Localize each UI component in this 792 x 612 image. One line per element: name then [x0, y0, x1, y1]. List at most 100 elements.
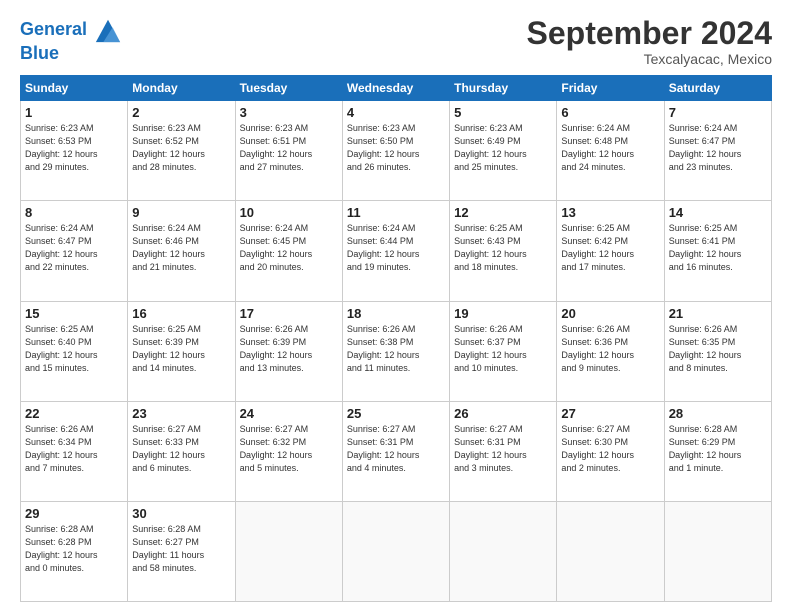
calendar-cell: 15 Sunrise: 6:25 AMSunset: 6:40 PMDaylig…	[21, 301, 128, 401]
calendar-cell: 1 Sunrise: 6:23 AMSunset: 6:53 PMDayligh…	[21, 101, 128, 201]
week-row-3: 15 Sunrise: 6:25 AMSunset: 6:40 PMDaylig…	[21, 301, 772, 401]
week-row-1: 1 Sunrise: 6:23 AMSunset: 6:53 PMDayligh…	[21, 101, 772, 201]
col-header-tuesday: Tuesday	[235, 76, 342, 101]
page: General Blue September 2024 Texcalyacac,…	[0, 0, 792, 612]
logo-icon	[94, 16, 122, 44]
calendar-cell: 29 Sunrise: 6:28 AMSunset: 6:28 PMDaylig…	[21, 501, 128, 601]
day-number: 13	[561, 205, 659, 220]
day-number: 3	[240, 105, 338, 120]
day-number: 10	[240, 205, 338, 220]
week-row-4: 22 Sunrise: 6:26 AMSunset: 6:34 PMDaylig…	[21, 401, 772, 501]
calendar-cell: 7 Sunrise: 6:24 AMSunset: 6:47 PMDayligh…	[664, 101, 771, 201]
day-number: 18	[347, 306, 445, 321]
calendar-cell: 30 Sunrise: 6:28 AMSunset: 6:27 PMDaylig…	[128, 501, 235, 601]
calendar-cell: 26 Sunrise: 6:27 AMSunset: 6:31 PMDaylig…	[450, 401, 557, 501]
week-row-2: 8 Sunrise: 6:24 AMSunset: 6:47 PMDayligh…	[21, 201, 772, 301]
day-number: 15	[25, 306, 123, 321]
logo: General Blue	[20, 16, 122, 64]
day-info: Sunrise: 6:26 AMSunset: 6:39 PMDaylight:…	[240, 323, 338, 375]
day-number: 16	[132, 306, 230, 321]
calendar-cell: 11 Sunrise: 6:24 AMSunset: 6:44 PMDaylig…	[342, 201, 449, 301]
calendar-cell: 9 Sunrise: 6:24 AMSunset: 6:46 PMDayligh…	[128, 201, 235, 301]
calendar-cell: 22 Sunrise: 6:26 AMSunset: 6:34 PMDaylig…	[21, 401, 128, 501]
calendar-cell: 3 Sunrise: 6:23 AMSunset: 6:51 PMDayligh…	[235, 101, 342, 201]
calendar-cell	[557, 501, 664, 601]
day-number: 7	[669, 105, 767, 120]
day-info: Sunrise: 6:27 AMSunset: 6:31 PMDaylight:…	[347, 423, 445, 475]
day-info: Sunrise: 6:26 AMSunset: 6:34 PMDaylight:…	[25, 423, 123, 475]
calendar-cell: 25 Sunrise: 6:27 AMSunset: 6:31 PMDaylig…	[342, 401, 449, 501]
day-number: 27	[561, 406, 659, 421]
day-info: Sunrise: 6:25 AMSunset: 6:43 PMDaylight:…	[454, 222, 552, 274]
logo-text: General	[20, 16, 122, 44]
calendar-cell	[450, 501, 557, 601]
day-info: Sunrise: 6:28 AMSunset: 6:29 PMDaylight:…	[669, 423, 767, 475]
day-info: Sunrise: 6:27 AMSunset: 6:31 PMDaylight:…	[454, 423, 552, 475]
day-number: 24	[240, 406, 338, 421]
day-info: Sunrise: 6:26 AMSunset: 6:38 PMDaylight:…	[347, 323, 445, 375]
day-info: Sunrise: 6:27 AMSunset: 6:32 PMDaylight:…	[240, 423, 338, 475]
col-header-thursday: Thursday	[450, 76, 557, 101]
day-number: 8	[25, 205, 123, 220]
day-info: Sunrise: 6:24 AMSunset: 6:48 PMDaylight:…	[561, 122, 659, 174]
day-info: Sunrise: 6:26 AMSunset: 6:37 PMDaylight:…	[454, 323, 552, 375]
day-info: Sunrise: 6:24 AMSunset: 6:47 PMDaylight:…	[669, 122, 767, 174]
day-number: 14	[669, 205, 767, 220]
col-header-monday: Monday	[128, 76, 235, 101]
day-info: Sunrise: 6:26 AMSunset: 6:35 PMDaylight:…	[669, 323, 767, 375]
day-info: Sunrise: 6:23 AMSunset: 6:53 PMDaylight:…	[25, 122, 123, 174]
day-number: 4	[347, 105, 445, 120]
day-info: Sunrise: 6:28 AMSunset: 6:27 PMDaylight:…	[132, 523, 230, 575]
day-number: 5	[454, 105, 552, 120]
calendar-cell: 4 Sunrise: 6:23 AMSunset: 6:50 PMDayligh…	[342, 101, 449, 201]
day-number: 1	[25, 105, 123, 120]
calendar-cell: 28 Sunrise: 6:28 AMSunset: 6:29 PMDaylig…	[664, 401, 771, 501]
calendar-cell: 2 Sunrise: 6:23 AMSunset: 6:52 PMDayligh…	[128, 101, 235, 201]
day-info: Sunrise: 6:24 AMSunset: 6:47 PMDaylight:…	[25, 222, 123, 274]
calendar-cell	[342, 501, 449, 601]
calendar-cell: 23 Sunrise: 6:27 AMSunset: 6:33 PMDaylig…	[128, 401, 235, 501]
day-number: 26	[454, 406, 552, 421]
day-info: Sunrise: 6:24 AMSunset: 6:45 PMDaylight:…	[240, 222, 338, 274]
logo-blue: Blue	[20, 44, 122, 64]
calendar-cell: 14 Sunrise: 6:25 AMSunset: 6:41 PMDaylig…	[664, 201, 771, 301]
calendar-cell: 27 Sunrise: 6:27 AMSunset: 6:30 PMDaylig…	[557, 401, 664, 501]
calendar-table: SundayMondayTuesdayWednesdayThursdayFrid…	[20, 75, 772, 602]
calendar-cell: 5 Sunrise: 6:23 AMSunset: 6:49 PMDayligh…	[450, 101, 557, 201]
logo-general: General	[20, 19, 87, 39]
calendar-cell: 19 Sunrise: 6:26 AMSunset: 6:37 PMDaylig…	[450, 301, 557, 401]
day-number: 21	[669, 306, 767, 321]
month-title: September 2024	[527, 16, 772, 51]
calendar-cell: 16 Sunrise: 6:25 AMSunset: 6:39 PMDaylig…	[128, 301, 235, 401]
day-info: Sunrise: 6:24 AMSunset: 6:46 PMDaylight:…	[132, 222, 230, 274]
header: General Blue September 2024 Texcalyacac,…	[20, 16, 772, 67]
day-info: Sunrise: 6:27 AMSunset: 6:30 PMDaylight:…	[561, 423, 659, 475]
day-number: 12	[454, 205, 552, 220]
day-number: 6	[561, 105, 659, 120]
col-header-friday: Friday	[557, 76, 664, 101]
calendar-cell: 21 Sunrise: 6:26 AMSunset: 6:35 PMDaylig…	[664, 301, 771, 401]
day-info: Sunrise: 6:25 AMSunset: 6:42 PMDaylight:…	[561, 222, 659, 274]
calendar-cell: 6 Sunrise: 6:24 AMSunset: 6:48 PMDayligh…	[557, 101, 664, 201]
calendar-cell: 24 Sunrise: 6:27 AMSunset: 6:32 PMDaylig…	[235, 401, 342, 501]
day-number: 9	[132, 205, 230, 220]
day-info: Sunrise: 6:28 AMSunset: 6:28 PMDaylight:…	[25, 523, 123, 575]
calendar-cell: 17 Sunrise: 6:26 AMSunset: 6:39 PMDaylig…	[235, 301, 342, 401]
calendar-cell	[235, 501, 342, 601]
day-info: Sunrise: 6:25 AMSunset: 6:39 PMDaylight:…	[132, 323, 230, 375]
calendar-cell: 10 Sunrise: 6:24 AMSunset: 6:45 PMDaylig…	[235, 201, 342, 301]
day-info: Sunrise: 6:23 AMSunset: 6:50 PMDaylight:…	[347, 122, 445, 174]
day-info: Sunrise: 6:23 AMSunset: 6:51 PMDaylight:…	[240, 122, 338, 174]
day-number: 17	[240, 306, 338, 321]
day-number: 29	[25, 506, 123, 521]
day-number: 20	[561, 306, 659, 321]
calendar-cell: 18 Sunrise: 6:26 AMSunset: 6:38 PMDaylig…	[342, 301, 449, 401]
day-number: 22	[25, 406, 123, 421]
col-header-wednesday: Wednesday	[342, 76, 449, 101]
day-number: 11	[347, 205, 445, 220]
day-number: 2	[132, 105, 230, 120]
day-info: Sunrise: 6:25 AMSunset: 6:41 PMDaylight:…	[669, 222, 767, 274]
day-number: 25	[347, 406, 445, 421]
calendar-cell: 12 Sunrise: 6:25 AMSunset: 6:43 PMDaylig…	[450, 201, 557, 301]
day-info: Sunrise: 6:25 AMSunset: 6:40 PMDaylight:…	[25, 323, 123, 375]
